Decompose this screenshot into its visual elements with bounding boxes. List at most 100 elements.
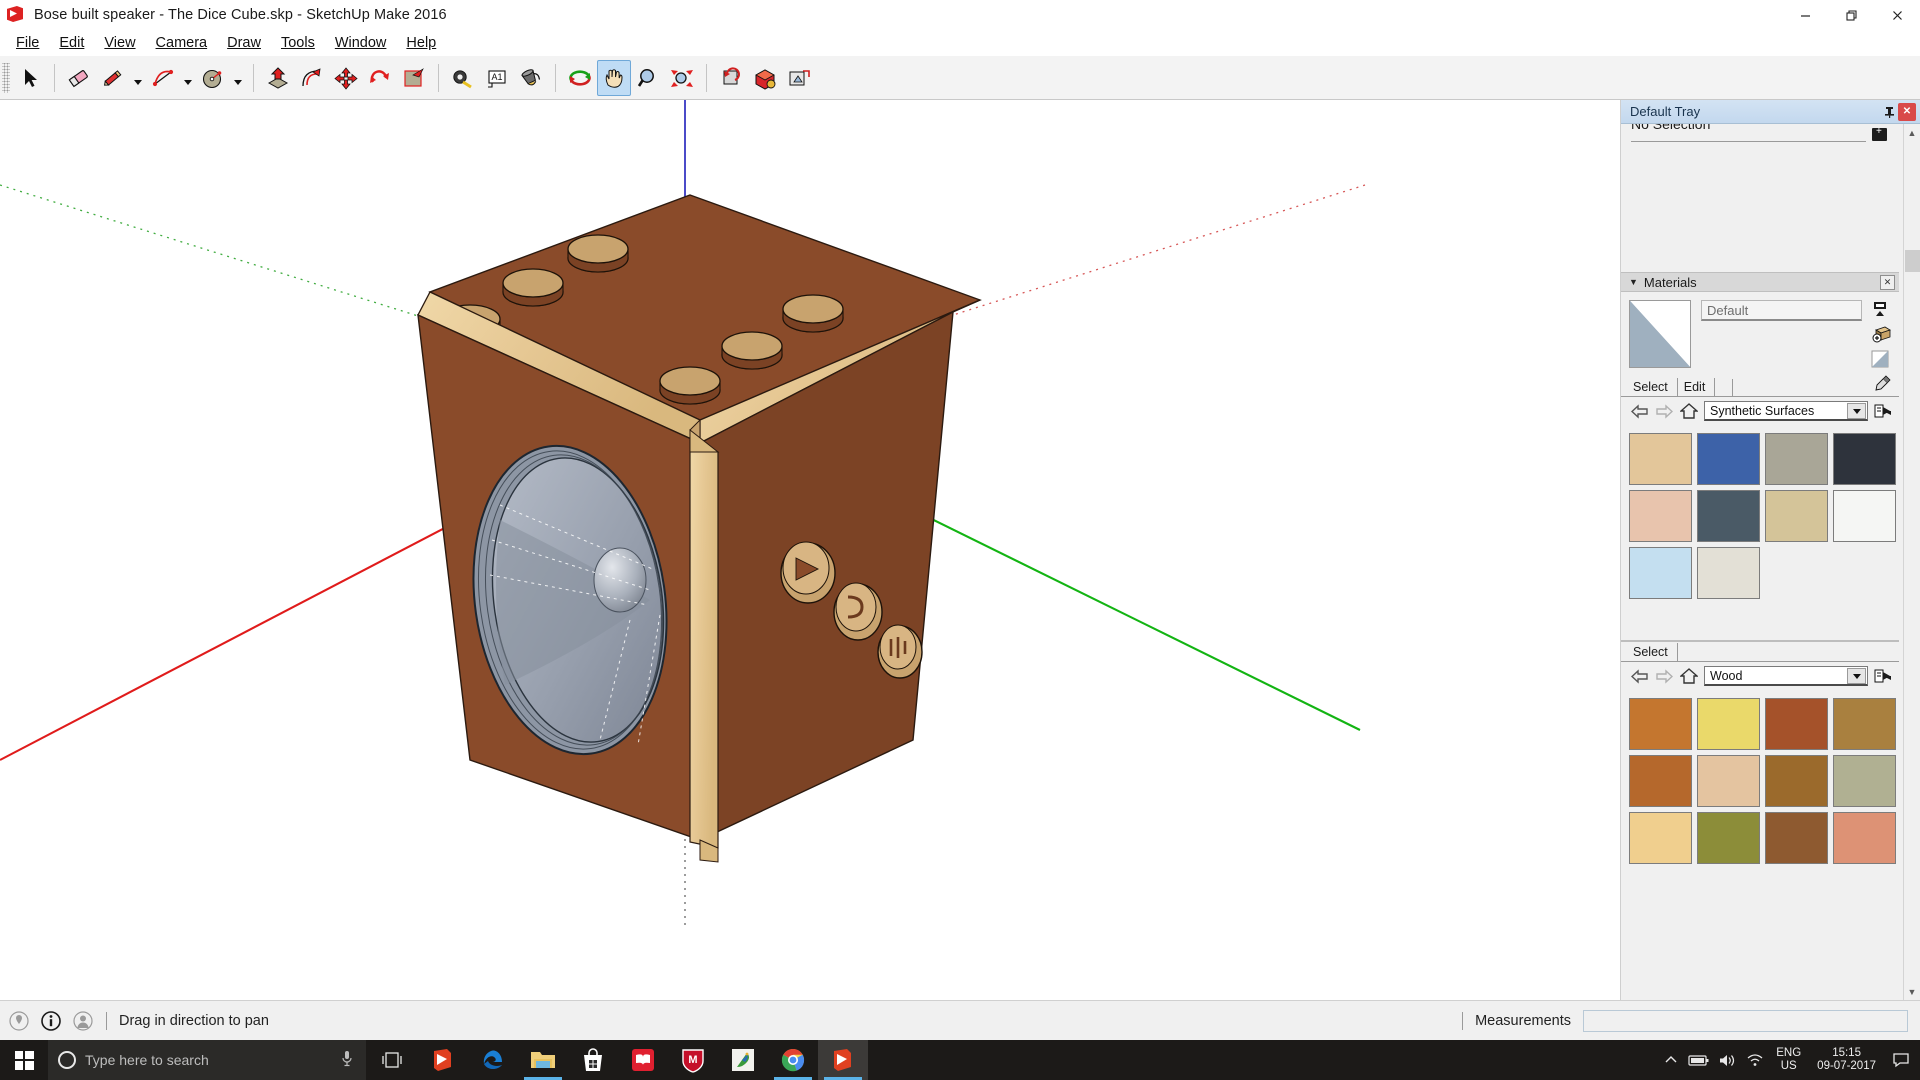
menu-camera[interactable]: Camera bbox=[146, 32, 218, 54]
language-indicator[interactable]: ENG US bbox=[1770, 1047, 1807, 1073]
start-button[interactable] bbox=[0, 1040, 48, 1080]
taskbar-app-books[interactable] bbox=[618, 1040, 668, 1080]
model-viewport[interactable] bbox=[0, 100, 1620, 1000]
material-library-select[interactable]: Synthetic Surfaces bbox=[1704, 401, 1868, 421]
info-icon[interactable] bbox=[38, 1008, 64, 1034]
eyedropper-icon[interactable] bbox=[1875, 375, 1891, 396]
tab-edit[interactable]: Edit bbox=[1678, 378, 1716, 396]
home-icon[interactable] bbox=[1679, 401, 1699, 421]
tab-select[interactable]: Select bbox=[1627, 378, 1678, 396]
material-swatch-wood-parquet[interactable] bbox=[1765, 755, 1828, 807]
taskbar-app-sketchup-pinned[interactable] bbox=[418, 1040, 468, 1080]
arc-tool-dropdown-chevron-down-icon[interactable] bbox=[180, 60, 196, 96]
move-tool[interactable] bbox=[329, 60, 363, 96]
menu-tools[interactable]: Tools bbox=[271, 32, 325, 54]
wood-list[interactable] bbox=[1621, 690, 1899, 872]
material-swatch-wood-bamboo[interactable] bbox=[1629, 698, 1692, 750]
chevron-down-icon[interactable] bbox=[1847, 668, 1866, 684]
text-tool[interactable]: A1 bbox=[480, 60, 514, 96]
taskbar-app-mcafee[interactable]: M bbox=[668, 1040, 718, 1080]
material-swatch-wood-olive[interactable] bbox=[1697, 812, 1760, 864]
tape-measure-tool[interactable] bbox=[446, 60, 480, 96]
material-swatch-wood-floor-dark[interactable] bbox=[1629, 755, 1692, 807]
zoom-tool[interactable] bbox=[631, 60, 665, 96]
taskbar-app-snagit[interactable] bbox=[718, 1040, 768, 1080]
pan-tool[interactable] bbox=[597, 60, 631, 96]
material-swatch-laminate-light[interactable] bbox=[1629, 490, 1692, 542]
arrow-right-icon[interactable] bbox=[1654, 401, 1674, 421]
material-swatch-carpet-tan[interactable] bbox=[1629, 433, 1692, 485]
menu-view[interactable]: View bbox=[94, 32, 145, 54]
display-secondary-icon[interactable] bbox=[1871, 300, 1889, 318]
pin-icon[interactable] bbox=[1880, 103, 1898, 121]
current-material-name[interactable]: Default bbox=[1701, 300, 1862, 321]
cortana-circle-icon[interactable] bbox=[58, 1051, 76, 1069]
expand-icon[interactable] bbox=[1872, 128, 1887, 141]
toolbar-grip[interactable] bbox=[2, 63, 10, 93]
battery-icon[interactable] bbox=[1686, 1040, 1712, 1080]
geo-location-icon[interactable] bbox=[6, 1008, 32, 1034]
clock[interactable]: 15:15 09-07-2017 bbox=[1809, 1047, 1884, 1073]
home-icon[interactable] bbox=[1679, 666, 1699, 686]
material-swatch-wood-weathered-green[interactable] bbox=[1833, 755, 1896, 807]
caret-down-icon[interactable]: ▼ bbox=[1629, 277, 1638, 287]
3d-warehouse-tool[interactable] bbox=[748, 60, 782, 96]
secondary-library-select[interactable]: Wood bbox=[1704, 666, 1868, 686]
material-swatch-wood-floor-light[interactable] bbox=[1697, 755, 1760, 807]
notification-icon[interactable] bbox=[1886, 1040, 1916, 1080]
material-swatch-carpet-dark-navy[interactable] bbox=[1833, 433, 1896, 485]
volume-icon[interactable] bbox=[1714, 1040, 1740, 1080]
material-swatch-wood-walnut[interactable] bbox=[1765, 812, 1828, 864]
taskbar-app-chrome[interactable] bbox=[768, 1040, 818, 1080]
menu-window[interactable]: Window bbox=[325, 32, 397, 54]
material-swatch-vinyl-white[interactable] bbox=[1833, 490, 1896, 542]
menu-file[interactable]: File bbox=[6, 32, 49, 54]
measurements-input[interactable] bbox=[1583, 1010, 1908, 1032]
arrow-left-icon[interactable] bbox=[1629, 666, 1649, 686]
followme-tool[interactable] bbox=[295, 60, 329, 96]
shapes-tool-dropdown-chevron-down-icon[interactable] bbox=[230, 60, 246, 96]
material-swatch-wood-cherry[interactable] bbox=[1765, 698, 1828, 750]
material-swatch-wood-cork[interactable] bbox=[1629, 812, 1692, 864]
zoom-extents-tool[interactable] bbox=[665, 60, 699, 96]
create-material-icon[interactable] bbox=[1871, 325, 1889, 343]
menu-edit[interactable]: Edit bbox=[49, 32, 94, 54]
scroll-down-chevron-down-icon[interactable]: ▼ bbox=[1904, 983, 1920, 1000]
material-swatch-tile-off-white[interactable] bbox=[1697, 547, 1760, 599]
scrollbar-thumb[interactable] bbox=[1905, 250, 1920, 272]
arrow-left-icon[interactable] bbox=[1629, 401, 1649, 421]
materials-panel-header[interactable]: ▼ Materials ✕ bbox=[1621, 272, 1899, 292]
synthetic-surfaces-list[interactable] bbox=[1621, 425, 1899, 641]
shapes-tool[interactable] bbox=[196, 60, 230, 96]
rotate-tool[interactable] bbox=[363, 60, 397, 96]
task-view-icon[interactable] bbox=[366, 1040, 418, 1080]
scroll-up-chevron-up-icon[interactable]: ▲ bbox=[1904, 124, 1920, 141]
arrow-right-icon[interactable] bbox=[1654, 666, 1674, 686]
pushpull-tool[interactable] bbox=[261, 60, 295, 96]
account-icon[interactable] bbox=[70, 1008, 96, 1034]
share-model-tool[interactable] bbox=[782, 60, 816, 96]
material-swatch-wood-salmon[interactable] bbox=[1833, 812, 1896, 864]
taskbar-search[interactable]: Type here to search bbox=[48, 1040, 366, 1080]
taskbar-app-file-explorer[interactable] bbox=[518, 1040, 568, 1080]
default-material-icon[interactable] bbox=[1871, 350, 1889, 368]
close-button[interactable] bbox=[1874, 0, 1920, 30]
microphone-icon[interactable] bbox=[340, 1050, 356, 1070]
previous-view-tool[interactable] bbox=[714, 60, 748, 96]
wifi-icon[interactable] bbox=[1742, 1040, 1768, 1080]
paint-bucket-tool[interactable] bbox=[514, 60, 548, 96]
restore-button[interactable] bbox=[1828, 0, 1874, 30]
material-swatch-tile-light-blue[interactable] bbox=[1629, 547, 1692, 599]
show-hidden-chevron-up-icon[interactable] bbox=[1658, 1040, 1684, 1080]
secondary-tab-select[interactable]: Select bbox=[1627, 643, 1678, 661]
minimize-button[interactable] bbox=[1782, 0, 1828, 30]
chevron-down-icon[interactable] bbox=[1847, 403, 1866, 419]
material-swatch-carpet-blue[interactable] bbox=[1697, 433, 1760, 485]
select-tool[interactable] bbox=[13, 60, 47, 96]
arc-tool[interactable] bbox=[146, 60, 180, 96]
taskbar-app-edge[interactable] bbox=[468, 1040, 518, 1080]
offset-tool[interactable] bbox=[397, 60, 431, 96]
tray-scrollbar[interactable]: ▲ ▼ bbox=[1903, 124, 1920, 1000]
material-swatch-wood-bamboo-light[interactable] bbox=[1697, 698, 1760, 750]
menu-help[interactable]: Help bbox=[396, 32, 446, 54]
